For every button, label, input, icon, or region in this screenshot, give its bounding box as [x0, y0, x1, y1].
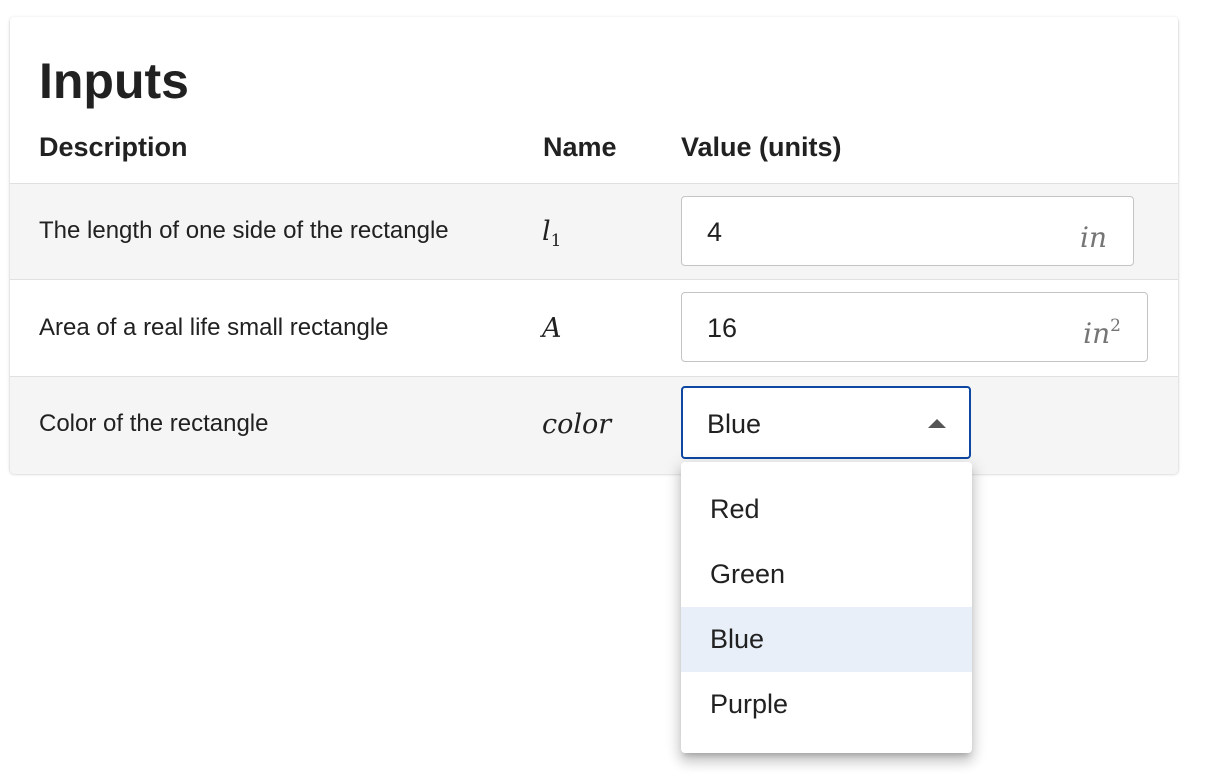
unit-base: in [1080, 221, 1107, 254]
header-description: Description [39, 132, 188, 162]
color-option-red[interactable]: Red [681, 477, 972, 542]
length-input-value[interactable]: 4 [707, 216, 722, 248]
length-input[interactable]: 4 in [681, 196, 1134, 266]
row-description: The length of one side of the rectangle [39, 217, 449, 244]
table-row-area: Area of a real life small rectangle A 16… [10, 279, 1178, 376]
area-input-value[interactable]: 16 [707, 312, 737, 344]
row-description: Color of the rectangle [39, 410, 269, 437]
length-unit: in [1080, 213, 1107, 255]
table-row-color: Color of the rectangle color Blue [10, 376, 1178, 474]
row-variable-name: l1 [542, 215, 561, 258]
color-select-value[interactable]: Blue [707, 408, 761, 440]
header-name: Name [543, 132, 617, 162]
unit-base: in [1083, 317, 1111, 350]
color-select[interactable]: Blue [681, 386, 971, 459]
variable-symbol: A [542, 313, 562, 344]
inputs-card: Inputs Description Name Value (units) Th… [10, 17, 1178, 474]
row-variable-name: color [542, 408, 611, 442]
card-title: Inputs [39, 53, 189, 109]
variable-symbol: color [542, 409, 612, 440]
caret-up-icon[interactable] [928, 419, 946, 428]
unit-superscript: 2 [1110, 316, 1121, 336]
area-input[interactable]: 16 in2 [681, 292, 1148, 362]
color-option-purple[interactable]: Purple [681, 672, 972, 737]
color-option-blue[interactable]: Blue [681, 607, 972, 672]
variable-symbol: l [542, 216, 551, 247]
row-variable-name: A [542, 312, 562, 355]
area-unit: in2 [1083, 309, 1121, 351]
row-description: Area of a real life small rectangle [39, 314, 389, 341]
color-option-green[interactable]: Green [681, 542, 972, 607]
table-row-length: The length of one side of the rectangle … [10, 183, 1178, 279]
variable-subscript: 1 [550, 231, 562, 251]
color-options-menu: Red Green Blue Purple [681, 462, 972, 753]
header-value: Value (units) [681, 132, 842, 162]
